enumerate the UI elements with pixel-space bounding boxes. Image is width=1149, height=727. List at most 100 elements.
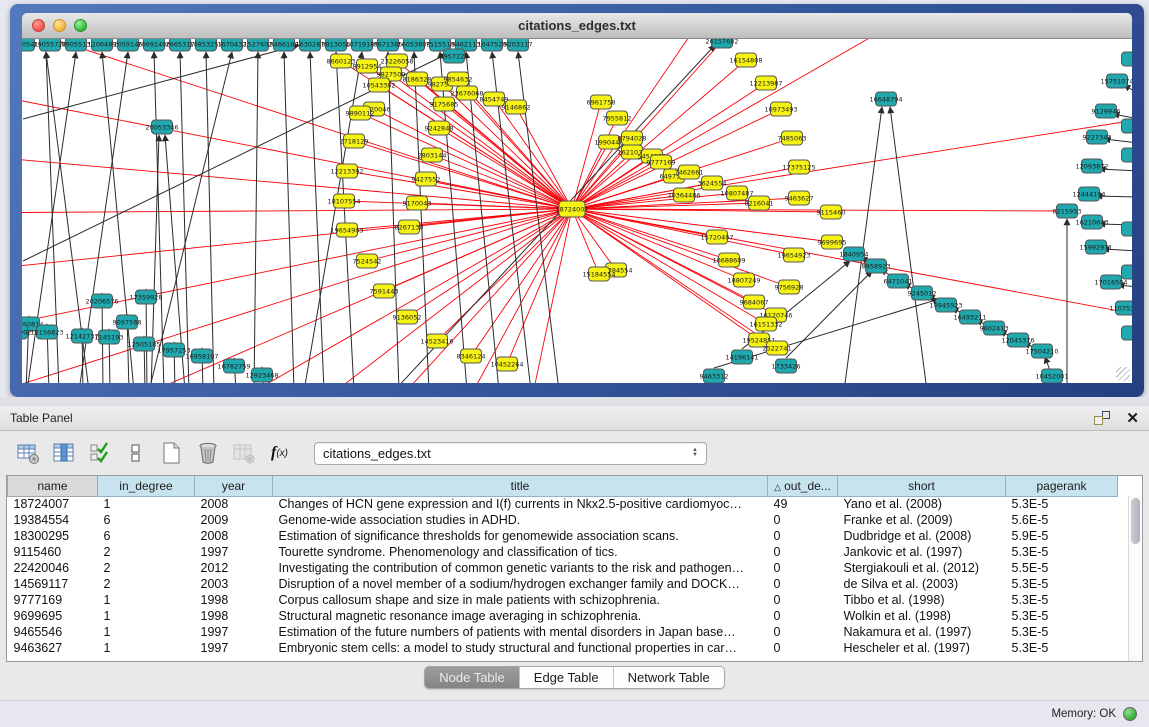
network-node[interactable]: 1670432 <box>218 39 247 51</box>
network-node[interactable]: 8267130 <box>395 220 424 234</box>
network-node[interactable]: 26157682 <box>705 39 738 48</box>
network-node[interactable]: 8958923 <box>862 259 891 273</box>
network-node[interactable]: 9854632 <box>444 72 473 86</box>
network-node[interactable]: 12093872 <box>1075 159 1108 173</box>
table-cell[interactable]: 1 <box>98 624 195 640</box>
table-row[interactable]: 1938455462009Genome-wide association stu… <box>8 512 1118 528</box>
network-node[interactable] <box>1122 326 1133 340</box>
table-cell[interactable]: 0 <box>768 576 838 592</box>
network-node[interactable]: 1527602 <box>244 39 273 51</box>
network-node[interactable]: 17375125 <box>782 160 815 174</box>
table-cell[interactable]: 0 <box>768 608 838 624</box>
network-node[interactable]: 8346124 <box>457 349 486 363</box>
network-node[interactable]: 9175685 <box>430 97 459 111</box>
table-row[interactable]: 946362711997Embryonic stem cells: a mode… <box>8 640 1118 656</box>
table-cell[interactable]: 2009 <box>195 512 273 528</box>
table-cell[interactable]: Disruption of a novel member of a sodium… <box>273 576 768 592</box>
network-node[interactable]: 9146862 <box>502 100 531 114</box>
column-header-pagerank[interactable]: pagerank <box>1006 476 1118 496</box>
network-node[interactable]: 9463312 <box>700 369 729 383</box>
column-header-year[interactable]: year <box>195 476 273 496</box>
network-node[interactable]: 8216041 <box>745 196 774 210</box>
network-node[interactable]: 12213392 <box>330 164 363 178</box>
network-node[interactable]: 1145193 <box>95 330 124 344</box>
table-cell[interactable]: 2003 <box>195 576 273 592</box>
table-cell[interactable]: 1 <box>98 496 195 512</box>
network-node[interactable]: 6794028 <box>618 131 647 145</box>
network-node[interactable]: 2803144 <box>418 148 447 162</box>
table-cell[interactable]: 18300295 <box>8 528 98 544</box>
table-cell[interactable]: Estimation of the future numbers of pati… <box>273 624 768 640</box>
table-cell[interactable]: 5.3E-5 <box>1006 592 1118 608</box>
table-cell[interactable]: 1 <box>98 640 195 656</box>
table-cell[interactable]: Estimation of significance thresholds fo… <box>273 528 768 544</box>
network-node[interactable]: 9684067 <box>740 295 769 309</box>
table-cell[interactable]: 1998 <box>195 592 273 608</box>
table-cell[interactable]: 2008 <box>195 496 273 512</box>
network-node[interactable]: 23226058 <box>380 54 413 68</box>
table-cell[interactable]: Franke et al. (2009) <box>838 512 1006 528</box>
table-row[interactable]: 2242004622012Investigating the contribut… <box>8 560 1118 576</box>
table-cell[interactable]: 6 <box>98 512 195 528</box>
network-node[interactable]: 16648794 <box>869 92 902 106</box>
table-cell[interactable]: 9465546 <box>8 624 98 640</box>
network-node[interactable]: 6471041 <box>884 274 913 288</box>
network-node[interactable]: 11075353 <box>1109 301 1132 315</box>
network-node[interactable] <box>1122 148 1133 162</box>
network-node[interactable] <box>1122 265 1133 279</box>
table-cell[interactable]: 9115460 <box>8 544 98 560</box>
close-window-button[interactable] <box>32 19 45 32</box>
column-header-title[interactable]: title <box>273 476 768 496</box>
network-canvas[interactable]: 1872400786601238912954232260589827509105… <box>22 39 1132 383</box>
network-node[interactable] <box>1122 222 1133 236</box>
table-row[interactable]: 1456911722003Disruption of a novel membe… <box>8 576 1118 592</box>
network-node[interactable]: 7591443 <box>370 284 399 298</box>
table-settings-button[interactable] <box>14 440 41 467</box>
network-node[interactable]: 7524542 <box>353 254 382 268</box>
table-cell[interactable]: 5.3E-5 <box>1006 640 1118 656</box>
network-node[interactable]: 12213987 <box>749 76 782 90</box>
network-node[interactable]: 2718129 <box>340 134 369 148</box>
tab-network-table[interactable]: Network Table <box>614 667 724 688</box>
table-cell[interactable]: 0 <box>768 544 838 560</box>
table-cell[interactable]: 2 <box>98 544 195 560</box>
network-node[interactable]: 7462661 <box>675 165 704 179</box>
table-cell[interactable]: 1 <box>98 592 195 608</box>
network-node[interactable]: 9227343 <box>1083 130 1112 144</box>
network-node[interactable]: 1840954 <box>840 247 869 261</box>
network-node[interactable]: 7955812 <box>603 111 632 125</box>
tab-edge-table[interactable]: Edge Table <box>520 667 614 688</box>
minimize-window-button[interactable] <box>53 19 66 32</box>
network-node[interactable]: 8660123 <box>327 54 356 68</box>
table-cell[interactable]: 9777169 <box>8 592 98 608</box>
network-node[interactable]: 16154808 <box>729 53 762 67</box>
table-cell[interactable]: Wolkin et al. (1998) <box>838 608 1006 624</box>
network-node[interactable]: 15751074 <box>1100 74 1132 88</box>
show-column-button[interactable] <box>50 440 77 467</box>
table-cell[interactable]: 0 <box>768 624 838 640</box>
network-node[interactable]: 7485063 <box>778 131 807 145</box>
column-header-name[interactable]: name <box>8 476 98 496</box>
table-cell[interactable]: 0 <box>768 592 838 608</box>
network-node[interactable]: 1047520 <box>478 39 507 51</box>
table-cell[interactable]: Jankovic et al. (1997) <box>838 544 1006 560</box>
network-node[interactable]: 9129946 <box>1092 104 1121 118</box>
table-cell[interactable]: 5.9E-5 <box>1006 528 1118 544</box>
float-panel-icon[interactable] <box>1094 411 1110 425</box>
table-cell[interactable]: Yano et al. (2008) <box>838 496 1006 512</box>
network-node[interactable]: 10452001 <box>1035 369 1068 383</box>
network-node[interactable]: 9203117 <box>504 39 533 51</box>
table-cell[interactable]: 19384554 <box>8 512 98 528</box>
table-cell[interactable]: 1997 <box>195 544 273 560</box>
table-cell[interactable]: 5.6E-5 <box>1006 512 1118 528</box>
table-cell[interactable]: 2 <box>98 560 195 576</box>
table-cell[interactable]: 1 <box>98 608 195 624</box>
table-cell[interactable]: Corpus callosum shape and size in male p… <box>273 592 768 608</box>
network-node[interactable]: 9427552 <box>412 172 441 186</box>
network-node[interactable]: 20053346 <box>145 120 178 134</box>
network-node[interactable]: 8466160 <box>270 39 299 51</box>
table-cell[interactable]: Structural magnetic resonance image aver… <box>273 608 768 624</box>
close-panel-icon[interactable]: ✕ <box>1126 411 1139 426</box>
network-node[interactable] <box>1122 119 1133 133</box>
table-cell[interactable]: Tibbo et al. (1998) <box>838 592 1006 608</box>
